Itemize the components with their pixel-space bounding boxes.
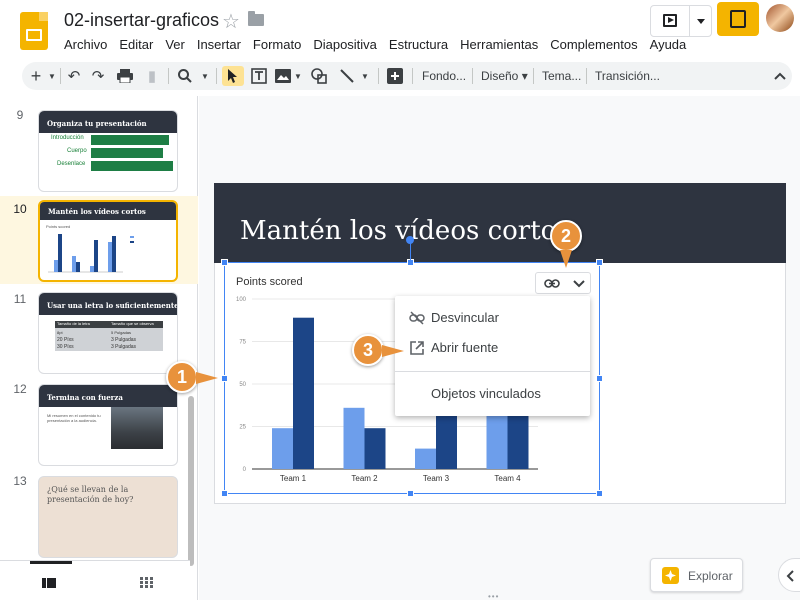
filmstrip-scrollbar[interactable] <box>188 96 194 566</box>
open-source-menu-item[interactable]: Abrir fuente <box>395 340 590 360</box>
linked-chart-options-button[interactable] <box>535 272 591 294</box>
badge-pointer <box>382 345 404 357</box>
chevron-down-icon[interactable] <box>697 19 705 24</box>
linked-objects-menu-item[interactable]: Objetos vinculados <box>395 386 590 406</box>
menu-bar: Archivo Editar Ver Insertar Formato Diap… <box>64 37 698 52</box>
collapse-toolbar-icon[interactable] <box>774 66 786 86</box>
transition-button[interactable]: Transición... <box>595 69 660 83</box>
resize-handle[interactable] <box>221 490 228 497</box>
menu-herramientas[interactable]: Herramientas <box>460 37 538 52</box>
chevron-down-icon <box>573 280 585 288</box>
share-button[interactable] <box>717 2 759 36</box>
filmstrip-view-toggle <box>0 560 190 600</box>
add-comment-icon[interactable] <box>386 66 404 86</box>
unlink-icon <box>409 311 425 325</box>
rotation-handle[interactable] <box>406 236 414 244</box>
slide-thumbnail-selected[interactable]: Mantén los vídeos cortos Points scored <box>38 200 178 282</box>
slide-thumb-row-13[interactable]: 13 ¿Qué se llevan de la presentación de … <box>0 472 190 558</box>
menu-ayuda[interactable]: Ayuda <box>650 37 687 52</box>
slide-thumbnail[interactable]: Usar una letra lo suficientemente grande… <box>38 292 178 374</box>
explore-button[interactable]: Explorar <box>650 558 743 592</box>
shape-icon[interactable] <box>310 66 328 86</box>
menu-archivo[interactable]: Archivo <box>64 37 107 52</box>
link-icon <box>544 279 560 288</box>
select-cursor-icon[interactable] <box>222 66 244 86</box>
zoom-icon[interactable] <box>176 66 194 86</box>
step-badge-1: 1 <box>166 361 198 393</box>
chevron-down-icon[interactable]: ▼ <box>47 66 57 86</box>
resize-handle[interactable] <box>596 490 603 497</box>
chevron-down-icon[interactable]: ▼ <box>360 66 370 86</box>
link-options-menu: Desvincular Abrir fuente Objetos vincula… <box>395 296 590 416</box>
badge-pointer <box>196 372 218 384</box>
open-in-new-icon <box>410 341 424 355</box>
avatar[interactable] <box>766 4 794 32</box>
background-button[interactable]: Fondo... <box>422 69 466 83</box>
menu-formato[interactable]: Formato <box>253 37 301 52</box>
menu-complementos[interactable]: Complementos <box>550 37 637 52</box>
grid-view-icon[interactable] <box>140 575 153 593</box>
people-photo <box>111 407 163 449</box>
menu-estructura[interactable]: Estructura <box>389 37 448 52</box>
rotation-line <box>410 242 411 262</box>
slide-number: 10 <box>13 202 27 216</box>
resize-handle[interactable] <box>221 259 228 266</box>
slide-number: 12 <box>13 382 27 396</box>
undo-icon[interactable]: ↶ <box>66 66 82 86</box>
folder-icon[interactable] <box>248 11 264 26</box>
step-badge-2: 2 <box>550 220 582 252</box>
menu-diapositiva[interactable]: Diapositiva <box>313 37 377 52</box>
menu-insertar[interactable]: Insertar <box>197 37 241 52</box>
resize-handle[interactable] <box>221 375 228 382</box>
toolbar: + ▼ ↶ ↷ ▮ ▼ ▼ ▼ Fondo... Diseño ▾ Tema..… <box>22 62 792 90</box>
scrollbar-thumb[interactable] <box>188 396 194 566</box>
chevron-down-icon[interactable]: ▼ <box>293 66 303 86</box>
image-icon[interactable] <box>274 66 292 86</box>
slide-number: 13 <box>13 474 27 488</box>
star-icon[interactable]: ☆ <box>222 9 240 34</box>
slide-thumb-row-9[interactable]: 9 Organiza tu presentación Introducción … <box>0 106 190 192</box>
slide-thumbnail[interactable]: Organiza tu presentación Introducción Cu… <box>38 110 178 192</box>
slide-number: 11 <box>13 292 27 306</box>
slide-number: 9 <box>16 108 24 122</box>
line-icon[interactable] <box>338 66 356 86</box>
new-slide-icon[interactable]: + <box>28 66 44 86</box>
layout-button[interactable]: Diseño ▾ <box>481 69 528 83</box>
chevron-left-icon <box>786 570 794 582</box>
slide-filmstrip: 9 Organiza tu presentación Introducción … <box>0 96 198 600</box>
filmstrip-view-icon[interactable] <box>42 575 56 593</box>
slide-thumbnail[interactable]: ¿Qué se llevan de la presentación de hoy… <box>38 476 178 558</box>
step-badge-3: 3 <box>352 334 384 366</box>
slide-thumbnail[interactable]: Termina con fuerza Mi resumen en el cont… <box>38 384 178 466</box>
badge-pointer <box>560 250 572 268</box>
text-box-icon[interactable] <box>250 66 268 86</box>
explore-icon <box>662 567 679 584</box>
slide-thumb-row-12[interactable]: 12 Termina con fuerza Mi resumen en el c… <box>0 380 190 466</box>
paint-format-icon[interactable]: ▮ <box>144 66 160 86</box>
document-title[interactable]: 02-insertar-graficos <box>64 10 219 31</box>
theme-button[interactable]: Tema... <box>542 69 581 83</box>
slide-title[interactable]: Mantén los vídeos cortos <box>240 216 570 246</box>
present-icon <box>663 14 677 27</box>
unlink-menu-item[interactable]: Desvincular <box>395 310 590 330</box>
resize-handle[interactable] <box>596 259 603 266</box>
chevron-down-icon[interactable]: ▼ <box>200 66 210 86</box>
share-icon <box>730 10 746 28</box>
thumbnail-chart <box>48 234 134 273</box>
resize-handle[interactable] <box>407 490 414 497</box>
redo-icon[interactable]: ↷ <box>90 66 106 86</box>
menu-ver[interactable]: Ver <box>165 37 185 52</box>
print-icon[interactable] <box>116 66 134 86</box>
slides-logo-icon[interactable] <box>20 12 48 50</box>
present-button[interactable] <box>650 5 712 37</box>
menu-editar[interactable]: Editar <box>119 37 153 52</box>
resize-handle[interactable] <box>596 375 603 382</box>
slide-thumb-row-10[interactable]: 10 Mantén los vídeos cortos Points score… <box>0 196 198 284</box>
app-header: 02-insertar-graficos ☆ Archivo Editar Ve… <box>0 0 800 62</box>
slide-thumb-row-11[interactable]: 11 Usar una letra lo suficientemente gra… <box>0 290 190 376</box>
